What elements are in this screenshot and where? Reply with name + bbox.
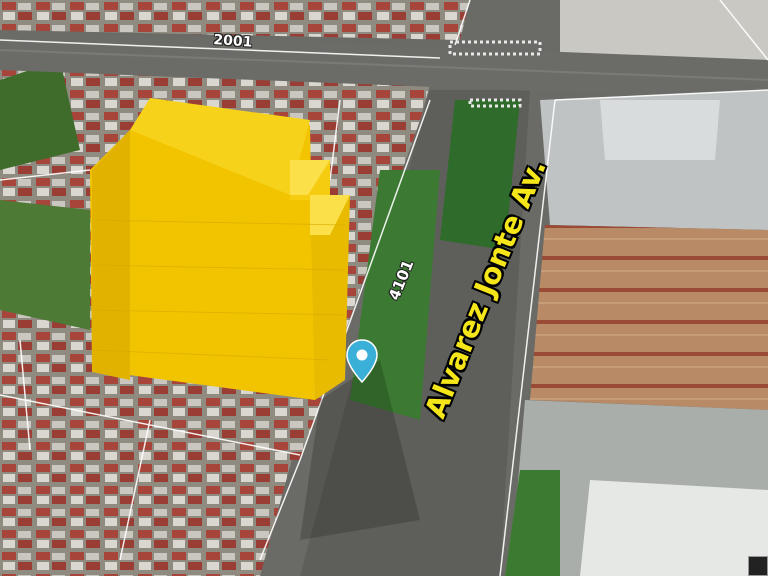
cross-street-number-label: 2001: [212, 32, 253, 51]
satellite-imagery: [0, 0, 768, 576]
location-pin-icon[interactable]: [344, 338, 380, 386]
map-corner-control[interactable]: [748, 556, 768, 576]
map-view[interactable]: Alvarez Jonte Av. 4101 2001: [0, 0, 768, 576]
